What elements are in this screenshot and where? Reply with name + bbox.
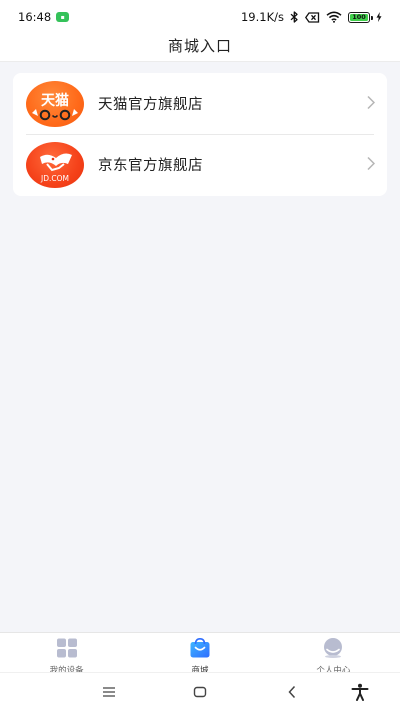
bluetooth-icon (290, 11, 299, 23)
bottom-tab-bar: 我的设备 商城 个人中心 (0, 632, 400, 676)
system-nav-bar (0, 672, 400, 711)
battery-level: 100 (350, 13, 368, 21)
tab-profile[interactable]: 个人中心 (267, 633, 400, 676)
wifi-icon (326, 11, 342, 23)
grid-icon (56, 638, 78, 662)
tmall-logo-text: 天猫 (41, 92, 69, 109)
jd-logo-icon: JD.COM (26, 141, 84, 188)
page-title: 商城入口 (167, 37, 232, 55)
store-item-jd[interactable]: JD.COM 京东官方旗舰店 (13, 134, 387, 195)
jd-logo-text: JD.COM (40, 174, 69, 183)
screen: 16:48 ▪ 19.1K/s 100 商城入口 天猫 天猫官方旗舰店 JD.C… (0, 0, 400, 711)
network-speed: 19.1K/s (240, 10, 284, 24)
chevron-right-icon (367, 94, 376, 113)
tab-my-devices[interactable]: 我的设备 (0, 633, 133, 676)
accessibility-icon[interactable] (351, 683, 369, 701)
store-name: 天猫官方旗舰店 (98, 97, 203, 113)
chevron-right-icon (367, 155, 376, 174)
store-name: 京东官方旗舰店 (98, 158, 203, 174)
header: 商城入口 (0, 34, 400, 62)
store-item-tmall[interactable]: 天猫 天猫官方旗舰店 (13, 73, 387, 134)
status-bar: 16:48 ▪ 19.1K/s 100 (0, 0, 400, 34)
tab-mall[interactable]: 商城 (133, 633, 266, 676)
profile-icon (322, 638, 344, 662)
battery-icon: 100 (348, 11, 373, 23)
status-left: 16:48 ▪ (18, 10, 70, 24)
status-right: 19.1K/s 100 (241, 10, 382, 24)
shopping-bag-icon (189, 637, 211, 662)
tmall-logo-icon: 天猫 (26, 80, 84, 127)
home-icon[interactable] (193, 686, 207, 698)
notification-badge-icon: ▪ (56, 12, 70, 22)
status-time: 16:48 (18, 10, 52, 24)
sim-disabled-icon (305, 11, 320, 23)
store-list: 天猫 天猫官方旗舰店 JD.COM 京东官方旗舰店 (13, 73, 387, 196)
back-icon[interactable] (287, 685, 297, 699)
menu-icon[interactable] (102, 687, 116, 697)
charging-icon (376, 12, 382, 22)
